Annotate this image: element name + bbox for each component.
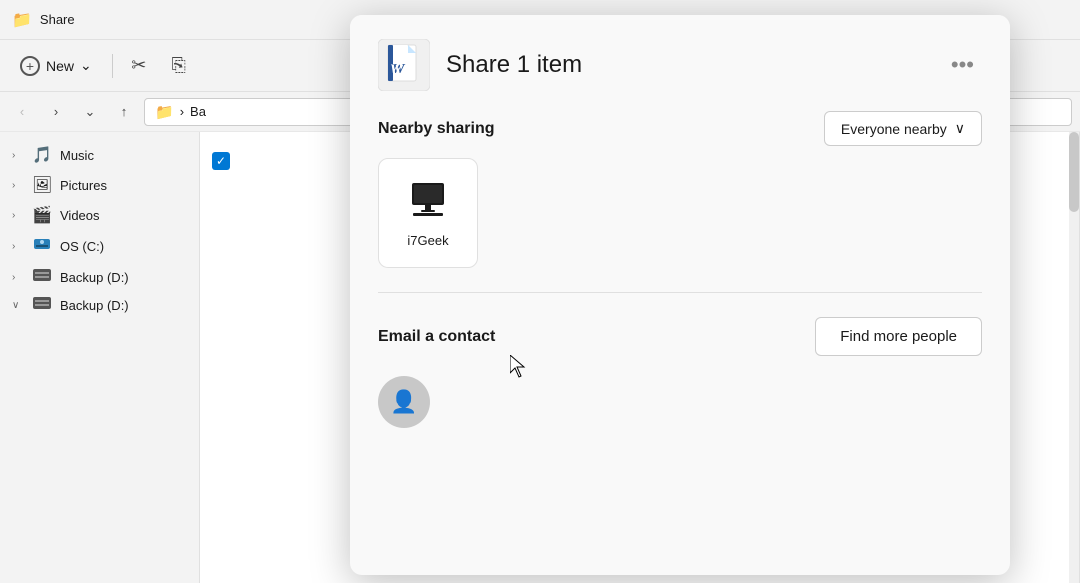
- chevron-icon: ›: [12, 180, 24, 191]
- sidebar-item-label: OS (C:): [60, 239, 104, 254]
- email-section-label: Email a contact: [378, 328, 495, 346]
- drive-d1-icon: [32, 268, 52, 286]
- videos-icon: 🎬: [32, 205, 52, 225]
- sidebar-item-label: Videos: [60, 208, 100, 223]
- nearby-sharing-header: Nearby sharing Everyone nearby ∨: [378, 111, 982, 146]
- everyone-nearby-label: Everyone nearby: [841, 121, 947, 137]
- device-card-i7geek[interactable]: i7Geek: [378, 158, 478, 268]
- everyone-nearby-dropdown[interactable]: Everyone nearby ∨: [824, 111, 982, 146]
- svg-text:W: W: [390, 61, 403, 76]
- window-title: Share: [40, 12, 75, 27]
- new-button[interactable]: + New ⌄: [8, 50, 104, 82]
- plus-circle-icon: +: [20, 56, 40, 76]
- email-section: Email a contact Find more people: [378, 317, 982, 356]
- cut-button[interactable]: ✂: [121, 48, 157, 84]
- chevron-icon: ›: [12, 210, 24, 221]
- sidebar-item-label: Music: [60, 148, 94, 163]
- device-name-i7geek: i7Geek: [407, 233, 448, 248]
- chevron-icon: ›: [12, 241, 24, 252]
- avatar-icon: 👤: [390, 389, 417, 415]
- recent-button[interactable]: ⌄: [76, 98, 104, 126]
- dialog-title: Share 1 item: [446, 51, 582, 79]
- sidebar-item-videos[interactable]: › 🎬 Videos: [4, 200, 195, 230]
- toolbar-separator: [112, 54, 113, 78]
- sidebar-item-label: Pictures: [60, 178, 107, 193]
- nearby-sharing-label: Nearby sharing: [378, 120, 494, 138]
- copy-button[interactable]: ⎘: [161, 48, 197, 84]
- sidebar-item-label: Backup (D:): [60, 270, 129, 285]
- dropdown-arrow-icon: ∨: [955, 120, 965, 137]
- sidebar-item-backup-d-1[interactable]: › Backup (D:): [4, 263, 195, 291]
- chevron-icon: ›: [12, 272, 24, 283]
- dialog-body: Nearby sharing Everyone nearby ∨: [350, 111, 1010, 575]
- nearby-sharing-section: Nearby sharing Everyone nearby ∨: [378, 111, 982, 268]
- pictures-icon: 🖼: [32, 175, 52, 195]
- drive-d2-icon: [32, 296, 52, 314]
- computer-icon: [408, 179, 448, 225]
- sidebar-item-os-c[interactable]: › OS (C:): [4, 230, 195, 263]
- sidebar-item-label: Backup (D:): [60, 298, 129, 313]
- back-button[interactable]: ‹: [8, 98, 36, 126]
- cut-icon: ✂: [131, 55, 146, 76]
- forward-button[interactable]: ›: [42, 98, 70, 126]
- chevron-icon: ∨: [12, 300, 24, 311]
- sidebar-item-backup-d-2[interactable]: ∨ Backup (D:): [4, 291, 195, 319]
- address-path: Ba: [190, 104, 206, 119]
- sidebar-item-pictures[interactable]: › 🖼 Pictures: [4, 170, 195, 200]
- address-sep: ›: [180, 104, 184, 119]
- contact-avatar[interactable]: 👤: [378, 376, 430, 428]
- file-checkbox[interactable]: ✓: [212, 152, 230, 170]
- up-button[interactable]: ↑: [110, 98, 138, 126]
- sidebar: › 🎵 Music › 🖼 Pictures › 🎬 Videos ›: [0, 132, 200, 583]
- dialog-header: W W Share 1 item •••: [350, 15, 1010, 111]
- contact-area: 👤: [378, 376, 982, 428]
- scrollbar-track: [1069, 132, 1079, 583]
- find-more-people-button[interactable]: Find more people: [815, 317, 982, 356]
- music-icon: 🎵: [32, 145, 52, 165]
- new-dropdown-arrow: ⌄: [80, 57, 92, 74]
- more-options-icon[interactable]: •••: [943, 48, 982, 82]
- word-file-icon: W W: [378, 39, 430, 91]
- sidebar-item-music[interactable]: › 🎵 Music: [4, 140, 195, 170]
- nearby-devices-list: i7Geek: [378, 158, 982, 268]
- section-divider: [378, 292, 982, 293]
- folder-icon: 📁: [12, 10, 32, 30]
- drive-c-icon: [32, 235, 52, 258]
- chevron-icon: ›: [12, 150, 24, 161]
- address-folder-icon: 📁: [155, 103, 174, 121]
- new-button-label: New: [46, 58, 74, 74]
- share-dialog: W W Share 1 item ••• Nearby sharing Ever…: [350, 15, 1010, 575]
- copy-icon: ⎘: [172, 55, 186, 76]
- scrollbar-thumb[interactable]: [1069, 132, 1079, 212]
